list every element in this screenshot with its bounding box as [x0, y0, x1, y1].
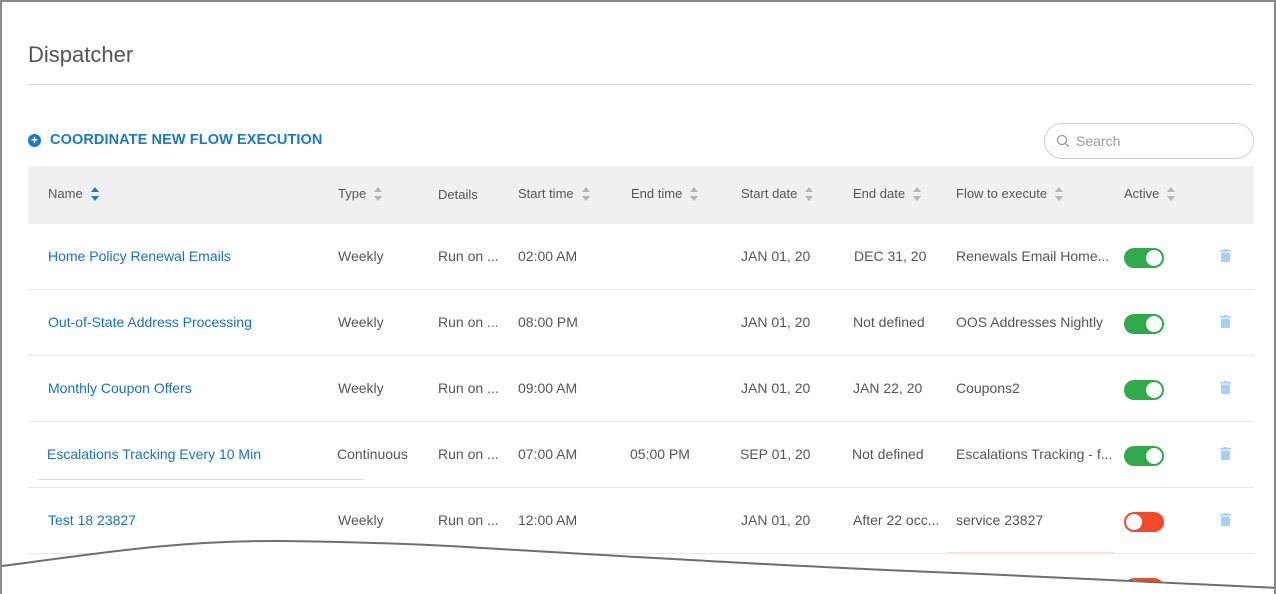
- end-date-cell: DEC 31, 20: [854, 248, 927, 264]
- flow-to-execute-cell: OOS Addresses Nightly: [956, 314, 1104, 330]
- start-time-cell: 02:00 AM: [518, 248, 578, 264]
- trash-icon[interactable]: [1220, 513, 1231, 526]
- search-box[interactable]: [1044, 123, 1254, 159]
- table-header: Name Type Details Start time End time St…: [28, 166, 1254, 224]
- details-cell: Run on ...: [438, 446, 498, 462]
- type-cell: Continuous: [337, 446, 408, 462]
- column-header-type[interactable]: Type: [338, 186, 383, 201]
- column-header-start-date[interactable]: Start date: [741, 186, 814, 201]
- flow-name-link[interactable]: Test 18 23827: [48, 512, 318, 528]
- column-header-details: Details: [438, 187, 478, 202]
- active-toggle[interactable]: [1124, 248, 1164, 268]
- active-toggle[interactable]: [1124, 512, 1164, 532]
- sort-icon: [581, 186, 591, 201]
- sort-icon: [1167, 186, 1176, 201]
- sort-ascending-icon: [90, 186, 100, 201]
- toggle-knob: [1146, 382, 1162, 398]
- column-header-end-date[interactable]: End date: [853, 186, 922, 201]
- start-time-cell: 12:00 AM: [518, 512, 578, 528]
- type-cell: Weekly: [338, 248, 384, 264]
- toggle-knob: [1146, 316, 1162, 332]
- table-row[interactable]: Home Policy Renewal Emails Weekly Run on…: [28, 224, 1254, 290]
- start-date-cell: JAN 01, 20: [741, 314, 811, 330]
- type-cell: Weekly: [338, 512, 384, 528]
- flow-name-link[interactable]: Home Policy Renewal Emails: [48, 248, 318, 264]
- start-date-cell: JAN 01, 20: [741, 380, 811, 396]
- row-underline: [38, 479, 364, 480]
- torn-edge: [2, 539, 1274, 594]
- sort-icon: [913, 186, 922, 201]
- active-toggle[interactable]: [1124, 314, 1164, 334]
- sort-icon: [690, 186, 699, 201]
- type-cell: Weekly: [338, 314, 384, 330]
- search-input[interactable]: [1076, 133, 1246, 149]
- end-date-cell: Not defined: [853, 314, 925, 330]
- end-time-cell: 05:00 PM: [630, 446, 690, 462]
- details-cell: Run on ...: [438, 512, 498, 528]
- active-toggle[interactable]: [1124, 380, 1164, 400]
- flow-name-link[interactable]: Monthly Coupon Offers: [48, 380, 318, 396]
- end-date-cell: Not defined: [852, 446, 924, 462]
- column-header-end-time[interactable]: End time: [631, 186, 699, 201]
- trash-icon[interactable]: [1220, 249, 1231, 262]
- plus-circle-icon: +: [28, 133, 41, 147]
- details-cell: Run on ...: [438, 380, 498, 396]
- flow-to-execute-cell: service 23827: [956, 512, 1044, 528]
- flow-to-execute-cell: Renewals Email Home...: [956, 248, 1110, 264]
- page-title: Dispatcher: [28, 42, 134, 67]
- details-cell: Run on ...: [438, 248, 498, 264]
- trash-icon[interactable]: [1220, 447, 1231, 460]
- sort-icon: [1055, 186, 1064, 201]
- flow-to-execute-cell: Coupons2: [956, 380, 1020, 396]
- flow-name-link[interactable]: Out-of-State Address Processing: [48, 314, 318, 330]
- start-date-cell: SEP 01, 20: [740, 446, 811, 462]
- title-divider: [28, 84, 1254, 85]
- column-header-active[interactable]: Active: [1124, 186, 1176, 201]
- end-date-cell: JAN 22, 20: [853, 380, 923, 396]
- trash-icon[interactable]: [1220, 381, 1231, 394]
- table-row[interactable]: Out-of-State Address Processing Weekly R…: [28, 290, 1254, 356]
- toggle-knob: [1146, 448, 1162, 464]
- sort-icon: [374, 186, 383, 201]
- dispatcher-panel: Dispatcher + COORDINATE NEW FLOW EXECUTI…: [0, 0, 1276, 594]
- table-row[interactable]: Monthly Coupon Offers Weekly Run on ... …: [28, 356, 1254, 422]
- type-cell: Weekly: [338, 380, 384, 396]
- toggle-knob: [1146, 250, 1162, 266]
- sort-icon: [805, 186, 814, 201]
- column-header-name[interactable]: Name: [48, 186, 100, 201]
- flow-to-execute-cell: Escalations Tracking - f...: [956, 446, 1113, 462]
- end-date-cell: After 22 occ...: [853, 512, 940, 528]
- start-time-cell: 08:00 PM: [518, 314, 578, 330]
- start-date-cell: JAN 01, 20: [741, 248, 811, 264]
- start-time-cell: 09:00 AM: [518, 380, 578, 396]
- trash-icon[interactable]: [1220, 315, 1231, 328]
- coordinate-new-flow-button[interactable]: + COORDINATE NEW FLOW EXECUTION: [28, 132, 322, 148]
- start-time-cell: 07:00 AM: [518, 446, 578, 462]
- column-header-flow[interactable]: Flow to execute: [956, 186, 1064, 201]
- coordinate-new-flow-label: COORDINATE NEW FLOW EXECUTION: [50, 132, 323, 148]
- active-toggle[interactable]: [1124, 446, 1164, 466]
- column-header-start-time[interactable]: Start time: [518, 186, 591, 201]
- start-date-cell: JAN 01, 20: [741, 512, 811, 528]
- search-icon: [1056, 134, 1070, 148]
- flow-name-link[interactable]: Escalations Tracking Every 10 Min: [47, 446, 327, 462]
- details-cell: Run on ...: [438, 314, 498, 330]
- toggle-knob: [1126, 514, 1142, 530]
